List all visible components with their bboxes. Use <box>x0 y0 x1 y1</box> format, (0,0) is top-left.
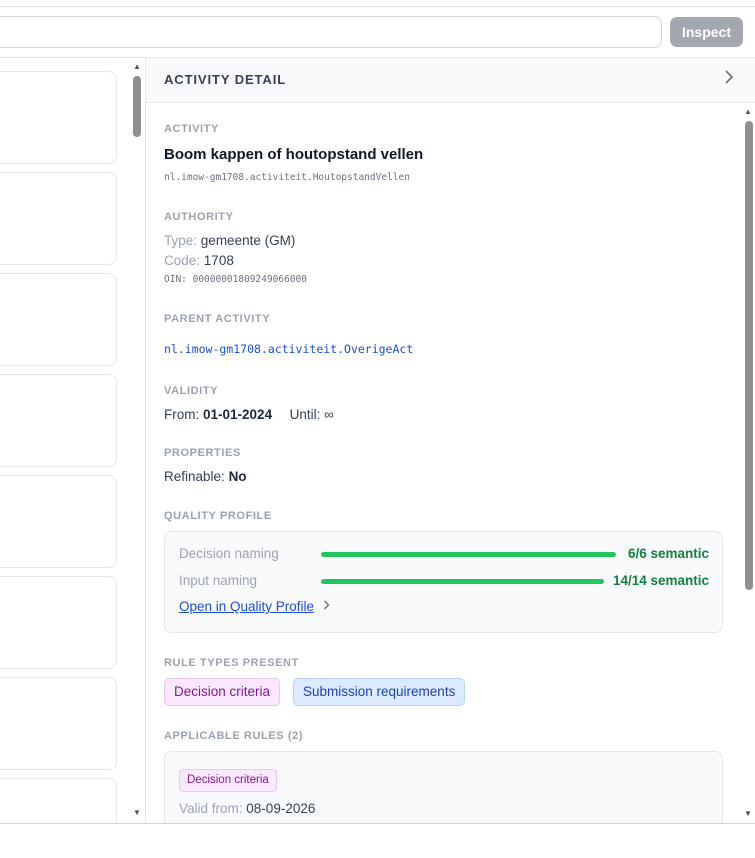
search-input[interactable] <box>0 16 662 48</box>
list-item[interactable] <box>0 677 117 770</box>
parent-activity-link[interactable]: nl.imow-gm1708.activiteit.OverigeAct <box>164 342 413 356</box>
detail-header: ACTIVITY DETAIL <box>146 58 755 103</box>
activity-list <box>0 58 146 823</box>
parent-activity-label: PARENT ACTIVITY <box>164 313 271 325</box>
scroll-up-arrow-icon[interactable]: ▲ <box>130 62 144 71</box>
chevron-right-icon[interactable] <box>724 70 734 89</box>
quality-profile-label: QUALITY PROFILE <box>164 510 272 522</box>
detail-scrollbar-thumb[interactable] <box>745 121 753 590</box>
activity-label: ACTIVITY <box>164 123 219 135</box>
rule-category-tag: Decision criteria <box>179 769 277 792</box>
detail-title: ACTIVITY DETAIL <box>164 72 287 87</box>
list-scrollbar[interactable]: ▲ ▼ <box>130 58 144 823</box>
quality-progress-bar <box>321 552 616 557</box>
applicable-rules-label: APPLICABLE RULES (2) <box>164 730 304 742</box>
status-area <box>0 824 755 858</box>
validity-range: From: 01-01-2024 Until: ∞ <box>164 407 334 422</box>
rule-type-tag-submission: Submission requirements <box>293 678 466 706</box>
quality-row-label: Input naming <box>179 573 258 588</box>
scroll-down-arrow-icon[interactable]: ▼ <box>741 809 755 818</box>
list-scrollbar-thumb[interactable] <box>133 76 141 137</box>
quality-profile-box: Decision naming 6/6 semantic Input namin… <box>164 531 723 633</box>
list-item[interactable] <box>0 778 117 823</box>
authority-label: AUTHORITY <box>164 211 234 223</box>
scroll-up-arrow-icon[interactable]: ▲ <box>741 107 755 116</box>
activity-name: Boom kappen of houtopstand vellen <box>164 146 424 163</box>
scroll-down-arrow-icon[interactable]: ▼ <box>130 808 144 817</box>
authority-oin: OIN: 00000001809249066000 <box>164 274 307 285</box>
applicable-rule-card[interactable]: Decision criteria Valid from: 08-09-2026 <box>164 751 723 823</box>
open-quality-profile-link[interactable]: Open in Quality Profile <box>179 599 314 614</box>
list-item[interactable] <box>0 475 117 568</box>
detail-body: ACTIVITY Boom kappen of houtopstand vell… <box>146 103 741 823</box>
chevron-right-icon[interactable] <box>323 599 330 613</box>
top-divider <box>0 6 755 7</box>
properties-label: PROPERTIES <box>164 447 241 459</box>
quality-progress-bar <box>321 579 604 584</box>
rule-type-tag-decision: Decision criteria <box>164 678 281 706</box>
list-item[interactable] <box>0 273 117 366</box>
quality-row-value: 6/6 semantic <box>627 546 709 561</box>
activity-id: nl.imow-gm1708.activiteit.HoutopstandVel… <box>164 172 410 183</box>
list-item[interactable] <box>0 374 117 467</box>
rule-types-label: RULE TYPES PRESENT <box>164 657 299 669</box>
list-item[interactable] <box>0 172 117 265</box>
validity-label: VALIDITY <box>164 385 219 397</box>
rule-valid-from: Valid from: 08-09-2026 <box>179 801 316 816</box>
list-item[interactable] <box>0 576 117 669</box>
refinable-property: Refinable: No <box>164 469 247 484</box>
inspect-button[interactable]: Inspect <box>670 17 743 47</box>
authority-code: Code: 1708 <box>164 253 234 268</box>
authority-type: Type: gemeente (GM) <box>164 233 296 248</box>
quality-row-value: 14/14 semantic <box>612 573 709 588</box>
quality-row-label: Decision naming <box>179 546 279 561</box>
list-item[interactable] <box>0 71 117 164</box>
